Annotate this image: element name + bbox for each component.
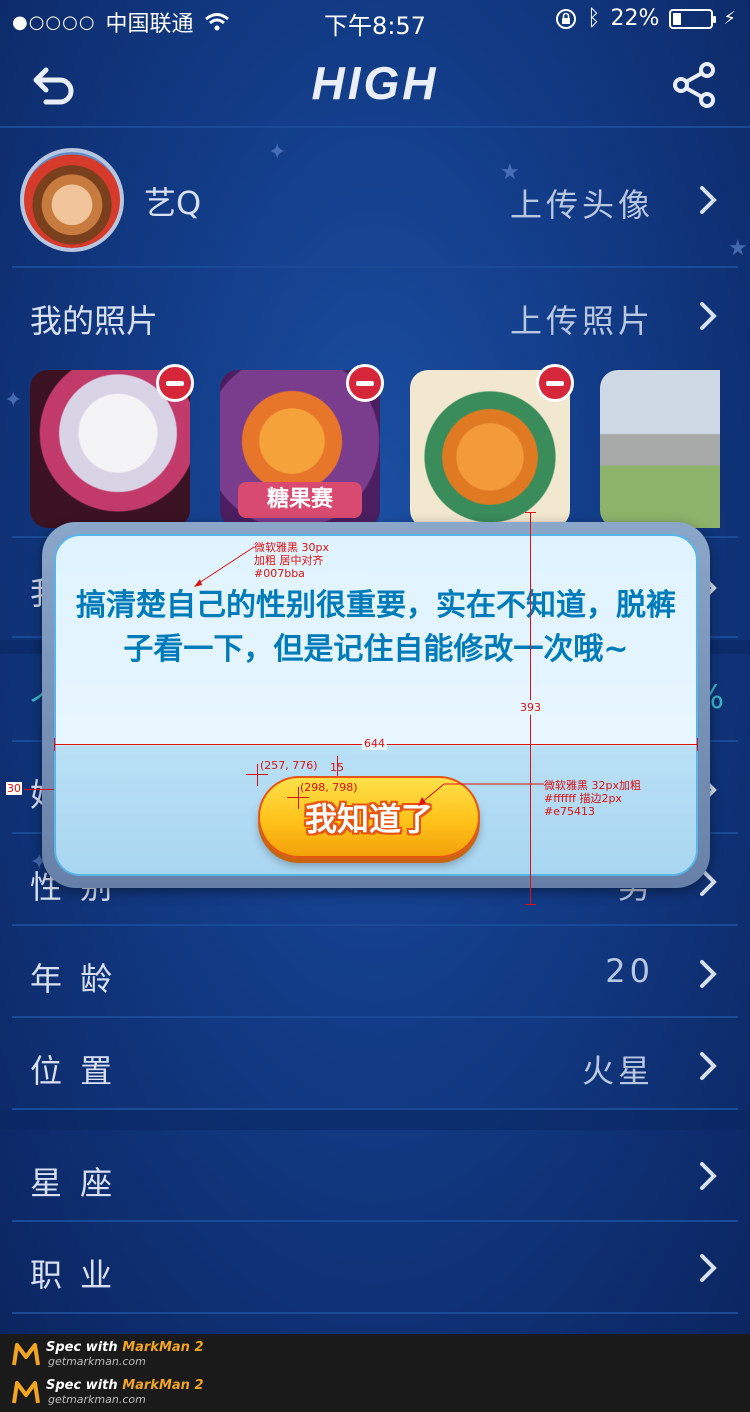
page-title: HIGH — [311, 57, 439, 109]
status-bar: ●○○○○ 中国联通 下午8:57 ᛒ 22% ⚡ — [0, 0, 750, 40]
brand-site: getmarkman.com — [48, 1355, 146, 1368]
field-label: 星 座 — [30, 1164, 117, 1202]
remove-photo-button[interactable] — [156, 364, 194, 402]
button-spec-annotation: 微软雅黑 32px加粗 #ffffff 描边2px #e75413 — [544, 779, 641, 818]
crosshair-line — [257, 764, 258, 786]
field-label: 位 置 — [30, 1052, 117, 1090]
brand-prefix: Spec with — [46, 1378, 123, 1393]
annotation-arrow — [194, 546, 255, 587]
field-row-zodiac[interactable]: 星 座 — [12, 1130, 738, 1222]
chevron-right-icon — [700, 960, 717, 988]
point-a-label: (257, 776) — [260, 759, 318, 772]
app-screen: ✦ ★ ★ ✦ ✦ ●○○○○ 中国联通 下午8:57 ᛒ 22% ⚡ HIGH… — [0, 0, 750, 1334]
chevron-right-icon — [700, 302, 717, 330]
annotation-line: #e75413 — [544, 805, 595, 818]
markman-logo-icon — [12, 1343, 40, 1366]
bluetooth-icon: ᛒ — [587, 6, 601, 31]
avatar — [20, 148, 124, 252]
gap-dimension-label: 15 — [330, 761, 344, 774]
avatar-row[interactable]: 艺Q 上传头像 — [12, 130, 738, 268]
margin-dimension-label: 30 — [6, 782, 22, 795]
dimension-tick — [54, 738, 55, 751]
annotation-line: 微软雅黑 30px — [254, 541, 329, 554]
height-dimension-label: 393 — [519, 700, 542, 715]
field-label: 年 龄 — [30, 960, 117, 998]
field-value: 火星 — [581, 1052, 654, 1090]
upload-photo-link[interactable]: 上传照片 — [510, 296, 654, 342]
width-dimension-label: 644 — [362, 737, 387, 750]
crosshair-line — [298, 787, 299, 809]
brand-name: MarkMan 2 — [122, 1340, 204, 1355]
field-row-age[interactable]: 年 龄 20 — [12, 926, 738, 1018]
dimension-tick — [525, 512, 536, 513]
chevron-right-icon — [700, 186, 717, 214]
annotation-line: #007bba — [254, 567, 305, 580]
share-icon[interactable] — [670, 60, 720, 110]
annotation-line: 加粗 居中对齐 — [254, 554, 324, 567]
field-value: 20 — [605, 952, 654, 990]
field-row-job[interactable]: 职 业 — [12, 1222, 738, 1314]
field-row-location[interactable]: 位 置 火星 — [12, 1018, 738, 1110]
photo-badge: 糖果赛 — [238, 482, 362, 518]
text-spec-annotation: 微软雅黑 30px 加粗 居中对齐 #007bba — [254, 541, 329, 580]
annotation-arrow — [418, 783, 544, 806]
dialog-message: 搞清楚自己的性别很重要，实在不知道，脱裤子看一下，但是记住自能修改一次哦~ — [76, 588, 676, 667]
chevron-right-icon — [700, 1254, 717, 1282]
brand-prefix: Spec with — [46, 1340, 123, 1355]
dimension-tick — [525, 904, 536, 905]
margin-dimension-line — [24, 789, 54, 790]
dimension-tick — [697, 738, 698, 751]
upload-avatar-link[interactable]: 上传头像 — [510, 180, 654, 226]
field-label: 职 业 — [30, 1256, 117, 1294]
point-b-label: (298, 798) — [300, 781, 358, 794]
photos-label: 我的照片 — [30, 302, 159, 340]
remove-photo-button[interactable] — [536, 364, 574, 402]
markman-badge: Spec with MarkMan 2 getmarkman.com — [12, 1378, 204, 1406]
annotation-line: #ffffff 描边2px — [544, 792, 622, 805]
chevron-right-icon — [700, 1162, 717, 1190]
charging-icon: ⚡ — [723, 8, 736, 29]
markman-logo-icon — [12, 1381, 40, 1404]
chevron-right-icon — [700, 1052, 717, 1080]
markman-footer: Spec with MarkMan 2 getmarkman.com Spec … — [0, 1334, 750, 1412]
photo-thumb-4[interactable] — [600, 370, 720, 528]
markman-badge: Spec with MarkMan 2 getmarkman.com — [12, 1340, 204, 1368]
user-name: 艺Q — [144, 184, 202, 222]
annotation-line: 微软雅黑 32px加粗 — [544, 779, 641, 792]
remove-photo-button[interactable] — [346, 364, 384, 402]
nav-bar: HIGH — [0, 40, 750, 128]
battery-icon — [669, 8, 717, 29]
section-gap — [0, 1110, 750, 1130]
battery-percent: 22% — [610, 6, 660, 31]
brand-name: MarkMan 2 — [122, 1378, 204, 1393]
rotation-lock-icon — [556, 8, 577, 29]
brand-site: getmarkman.com — [48, 1393, 146, 1406]
